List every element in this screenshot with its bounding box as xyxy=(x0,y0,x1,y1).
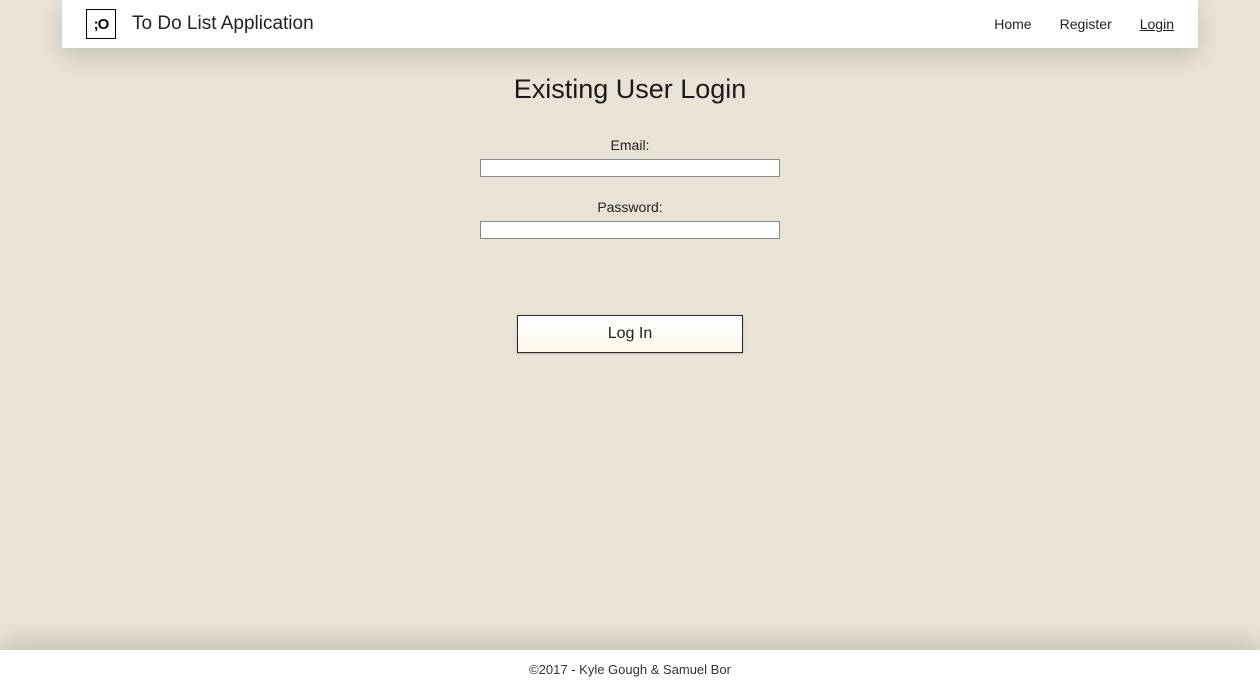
nav-home[interactable]: Home xyxy=(994,16,1031,32)
login-button[interactable]: Log In xyxy=(517,315,743,353)
password-group: Password: xyxy=(480,199,780,239)
footer-bar: ©2017 - Kyle Gough & Samuel Bor xyxy=(0,650,1260,688)
password-field[interactable] xyxy=(480,221,780,239)
logo-text: ;O xyxy=(94,16,109,33)
password-label: Password: xyxy=(597,199,662,215)
email-label: Email: xyxy=(611,137,650,153)
email-group: Email: xyxy=(480,137,780,177)
logo-icon: ;O xyxy=(86,9,116,39)
page-title: Existing User Login xyxy=(514,74,747,105)
header-bar: ;O To Do List Application Home Register … xyxy=(62,0,1198,48)
email-field[interactable] xyxy=(480,159,780,177)
nav-register[interactable]: Register xyxy=(1060,16,1112,32)
app-title: To Do List Application xyxy=(132,13,314,35)
footer-text: ©2017 - Kyle Gough & Samuel Bor xyxy=(529,662,731,677)
main-content: Existing User Login Email: Password: Log… xyxy=(0,48,1260,650)
main-nav: Home Register Login xyxy=(994,16,1174,32)
nav-login[interactable]: Login xyxy=(1140,16,1174,32)
